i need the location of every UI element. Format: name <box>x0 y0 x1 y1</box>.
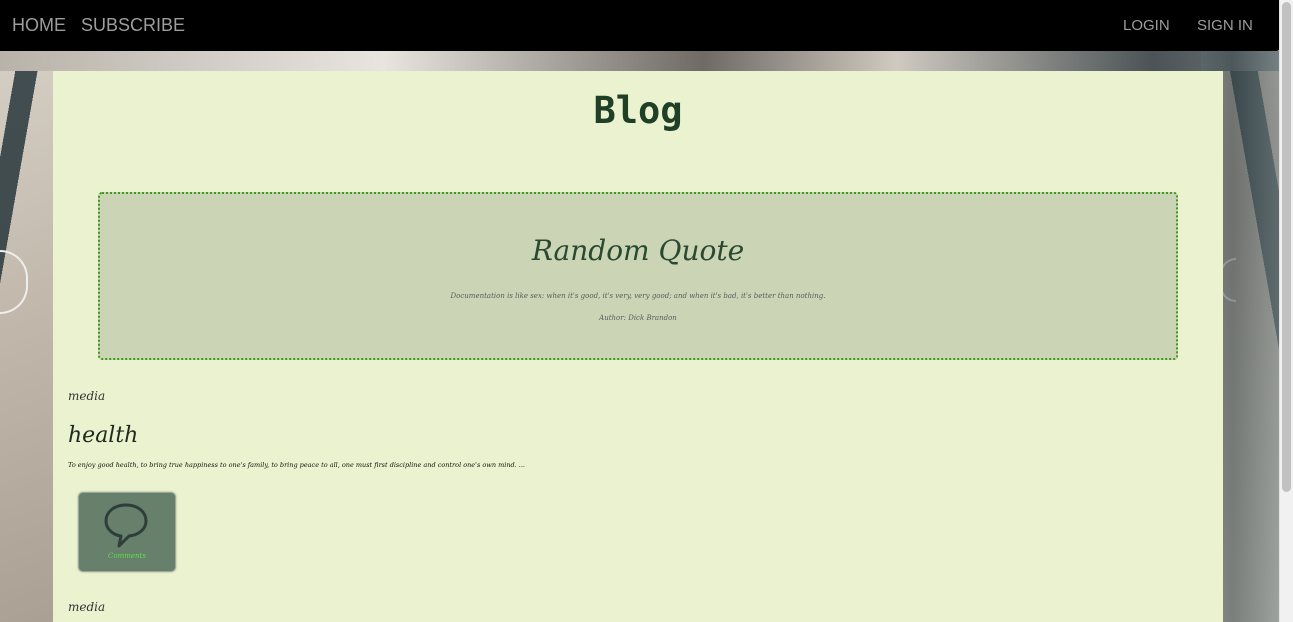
quote-heading: Random Quote <box>531 234 745 267</box>
nav-subscribe-link[interactable]: SUBSCRIBE <box>81 0 185 51</box>
speech-bubble-icon <box>104 503 148 548</box>
vertical-scrollbar[interactable] <box>1279 0 1293 622</box>
top-navbar: HOME SUBSCRIBE LOGIN SIGN IN <box>0 0 1280 51</box>
comments-button[interactable]: Comments <box>78 492 176 572</box>
nav-login-link[interactable]: LOGIN <box>1123 0 1170 51</box>
post-category: media <box>68 389 106 403</box>
nav-sign-in-link[interactable]: SIGN IN <box>1197 0 1253 51</box>
post-category: media <box>68 600 106 614</box>
random-quote-box: Random Quote Documentation is like sex: … <box>98 192 1178 360</box>
page-title: Blog <box>593 89 683 132</box>
nav-home-link[interactable]: HOME <box>12 0 66 51</box>
quote-text: Documentation is like sex: when it's goo… <box>450 292 826 300</box>
blog-panel: Blog Random Quote Documentation is like … <box>53 71 1223 622</box>
comments-label: Comments <box>108 552 146 560</box>
scrollbar-thumb[interactable] <box>1282 2 1291 492</box>
post-excerpt: To enjoy good health, to bring true happ… <box>68 461 525 469</box>
post-title[interactable]: health <box>68 423 138 448</box>
background-image-strip <box>0 51 1280 71</box>
quote-author: Author: Dick Brandon <box>599 314 677 322</box>
